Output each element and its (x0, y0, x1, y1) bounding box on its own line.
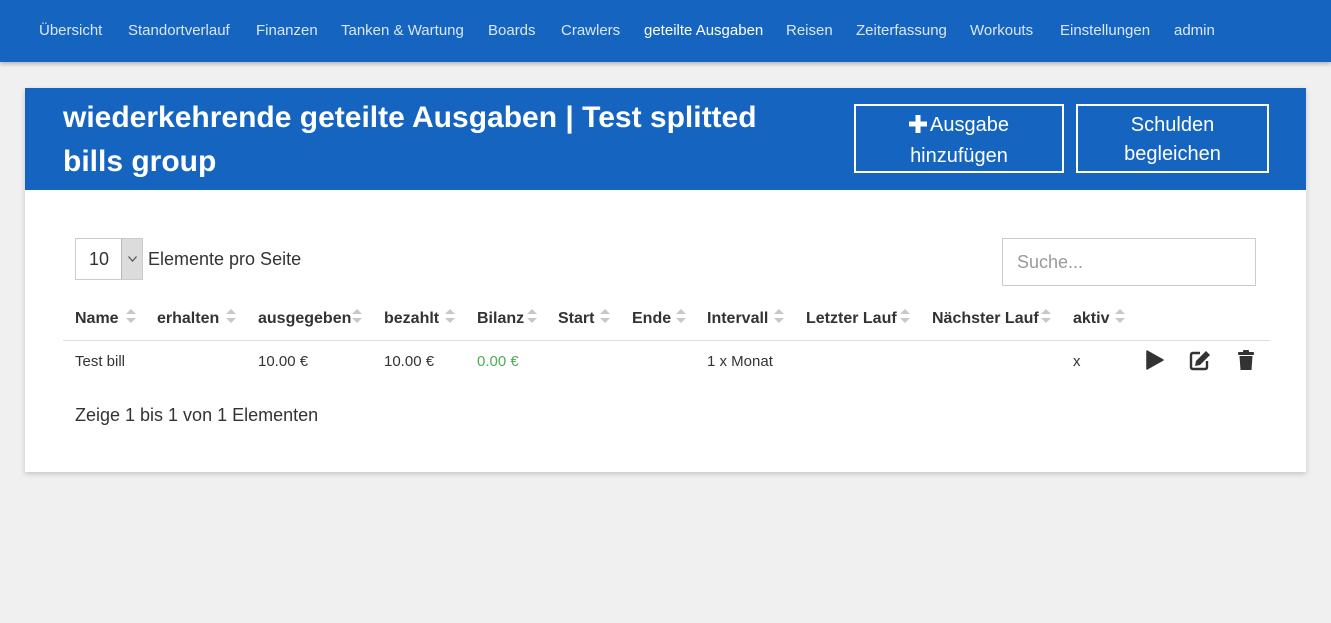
nav-item-geteilte-ausgaben[interactable]: geteilte Ausgaben (644, 22, 763, 39)
nav-item-reisen[interactable]: Reisen (786, 22, 833, 39)
sort-icon[interactable] (225, 306, 237, 326)
sort-icon[interactable] (444, 306, 456, 326)
cell-intervall: 1 x Monat (707, 353, 773, 370)
cell-name: Test bill (75, 353, 126, 370)
chevron-down-icon (121, 239, 142, 279)
nav-item-workouts[interactable]: Workouts (970, 22, 1033, 39)
play-icon[interactable] (1144, 349, 1166, 371)
column-header-aktiv[interactable]: aktiv (1073, 310, 1109, 328)
page-length-value: 10 (89, 249, 110, 269)
column-header-letzter-lauf[interactable]: Letzter Lauf (806, 310, 897, 328)
card-header: wiederkehrende geteilte Ausgaben | Test … (25, 88, 1306, 190)
column-header-bezahlt[interactable]: bezahlt (384, 310, 439, 328)
cell-bilanz: 0.00 € (477, 353, 519, 370)
cell-aktiv: x (1073, 353, 1081, 370)
trash-icon[interactable] (1235, 349, 1257, 371)
settle-debts-button[interactable]: Schulden begleichen (1076, 104, 1269, 173)
page-length-select[interactable]: 10 (75, 238, 143, 280)
page-length-label: Elemente pro Seite (148, 249, 302, 269)
nav-item-zeiterfassung[interactable]: Zeiterfassung (856, 22, 947, 39)
nav-item-boards[interactable]: Boards (488, 22, 536, 39)
add-bill-label-line2: hinzufügen (910, 145, 1008, 167)
nav-item-crawlers[interactable]: Crawlers (561, 22, 620, 39)
sort-icon[interactable] (1040, 306, 1052, 326)
edit-icon[interactable] (1189, 349, 1211, 371)
sort-icon[interactable] (599, 306, 611, 326)
nav-item-finanzen[interactable]: Finanzen (256, 22, 318, 39)
table-header-divider (63, 340, 1270, 341)
nav-item-uebersicht[interactable]: Übersicht (39, 22, 102, 39)
cell-ausgegeben: 10.00 € (258, 353, 309, 370)
nav-item-admin[interactable]: admin (1174, 22, 1215, 39)
column-header-erhalten[interactable]: erhalten (157, 310, 219, 328)
sort-icon[interactable] (526, 306, 538, 326)
nav-item-standortverlauf[interactable]: Standortverlauf (128, 22, 230, 39)
top-navigation: Übersicht Standortverlauf Finanzen Tanke… (0, 0, 1331, 62)
search-input[interactable] (1002, 238, 1256, 286)
sort-icon[interactable] (899, 306, 911, 326)
settle-debts-label-line2: begleichen (1124, 143, 1221, 165)
nav-item-einstellungen[interactable]: Einstellungen (1060, 22, 1150, 39)
sort-icon[interactable] (675, 306, 687, 326)
sort-icon[interactable] (773, 306, 785, 326)
add-bill-button[interactable]: Ausgabe hinzufügen (854, 104, 1064, 173)
add-bill-label-line1: Ausgabe (930, 114, 1009, 136)
sort-icon[interactable] (125, 306, 137, 326)
page-title: wiederkehrende geteilte Ausgaben | Test … (63, 101, 757, 178)
plus-icon (909, 113, 928, 142)
column-header-intervall[interactable]: Intervall (707, 310, 768, 328)
column-header-name[interactable]: Name (75, 310, 119, 328)
recurring-bills-card: wiederkehrende geteilte Ausgaben | Test … (25, 88, 1306, 472)
column-header-start[interactable]: Start (558, 310, 594, 328)
column-header-naechster-lauf[interactable]: Nächster Lauf (932, 310, 1039, 328)
column-header-bilanz[interactable]: Bilanz (477, 310, 524, 328)
cell-bezahlt: 10.00 € (384, 353, 435, 370)
table-info: Zeige 1 bis 1 von 1 Elementen (75, 405, 319, 425)
settle-debts-label-line1: Schulden (1130, 114, 1215, 136)
column-header-ende[interactable]: Ende (632, 310, 671, 328)
column-header-ausgegeben[interactable]: ausgegeben (258, 310, 351, 328)
nav-item-tanken-wartung[interactable]: Tanken & Wartung (341, 22, 464, 39)
sort-icon[interactable] (1114, 306, 1126, 326)
sort-icon[interactable] (351, 306, 363, 326)
